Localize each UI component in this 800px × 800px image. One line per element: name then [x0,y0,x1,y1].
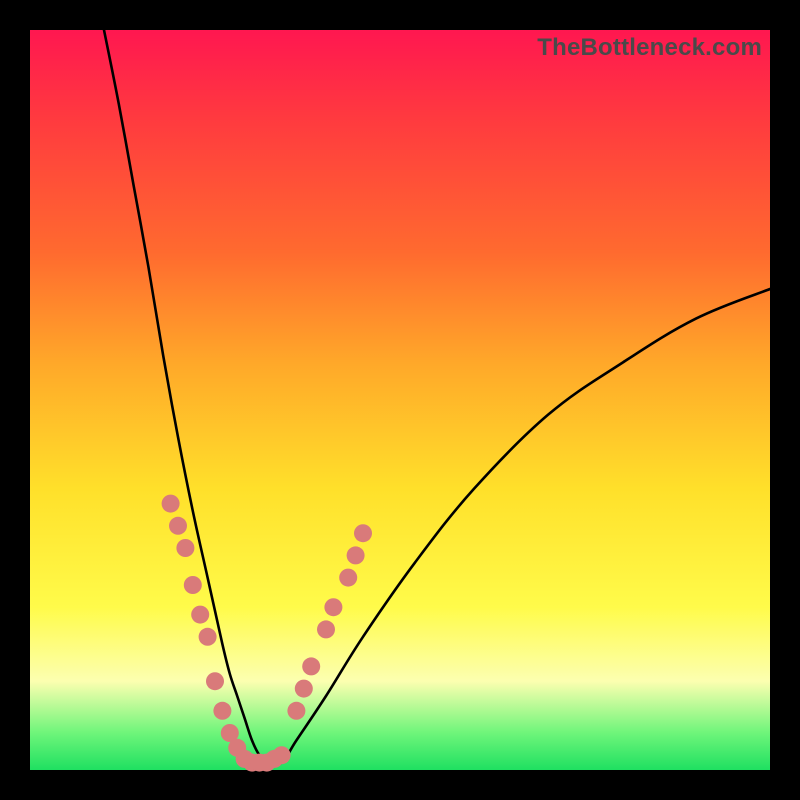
data-point [354,524,372,542]
chart-frame: TheBottleneck.com [0,0,800,800]
chart-svg [30,30,770,770]
data-point [295,680,313,698]
data-point [184,576,202,594]
data-point [347,546,365,564]
data-point [317,620,335,638]
curve-layer [104,30,770,765]
data-point [169,517,187,535]
data-point [176,539,194,557]
data-point [191,606,209,624]
data-point [339,569,357,587]
data-point [324,598,342,616]
data-point [162,495,180,513]
data-point [273,746,291,764]
data-point [287,702,305,720]
data-point [302,657,320,675]
data-point [213,702,231,720]
data-point [206,672,224,690]
data-point [199,628,217,646]
plot-area: TheBottleneck.com [30,30,770,770]
bottleneck-curve [104,30,770,765]
marker-layer [162,495,372,772]
